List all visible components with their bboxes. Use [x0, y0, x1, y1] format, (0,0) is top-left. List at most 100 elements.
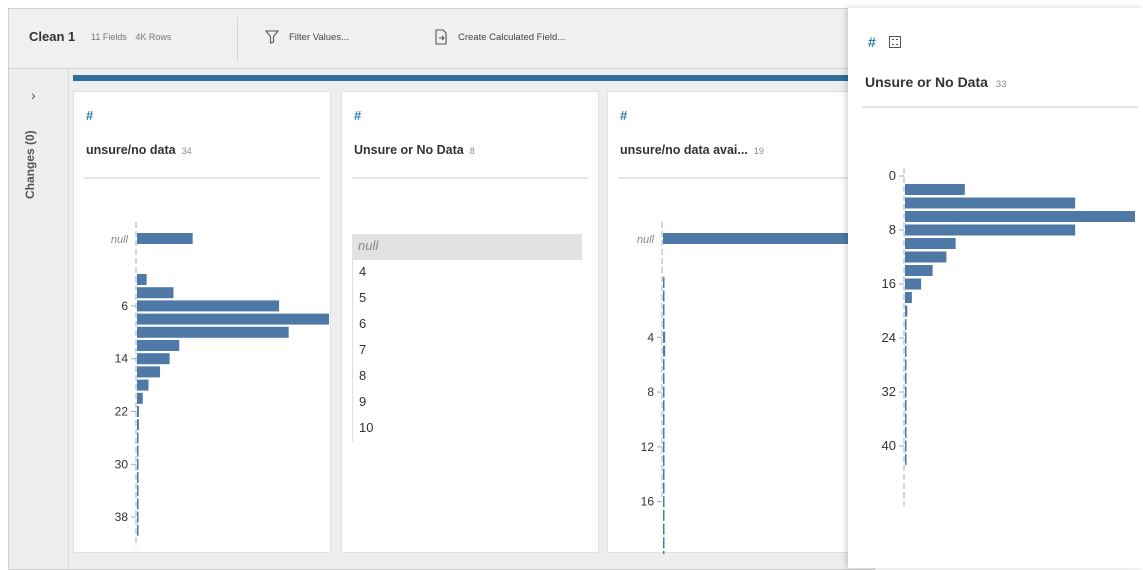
histogram-bar: [137, 326, 289, 338]
field-name[interactable]: Unsure or No Data 8: [354, 143, 475, 157]
tick-label: 0: [889, 168, 896, 183]
histogram-bar: [663, 331, 666, 343]
value-row[interactable]: 9: [352, 390, 582, 416]
histogram-bar: [137, 353, 170, 365]
create-calculated-field-label: Create Calculated Field...: [458, 31, 566, 43]
profile-card-unsure-or-no-data[interactable]: # Unsure or No Data 8 null 4 5 6 7 8 9 10: [341, 91, 599, 553]
histogram-bar: [137, 406, 139, 417]
tick-label: 12: [641, 440, 655, 454]
histogram-bar: [905, 359, 907, 371]
histogram-bar: [663, 509, 665, 521]
rows-count: 4K Rows: [135, 32, 172, 42]
selection-bar: [73, 75, 876, 81]
histogram-bar: [663, 455, 665, 467]
histogram-bar: [905, 332, 907, 344]
histogram-bar: [137, 274, 147, 285]
distinct-count: 8: [469, 146, 475, 156]
histogram-bar: [137, 366, 161, 378]
tick-label: 8: [889, 222, 896, 237]
histogram-bar: [663, 468, 665, 480]
tick-label: 24: [882, 330, 896, 345]
histogram-bar: [905, 400, 907, 411]
calculated-field-icon: [435, 29, 447, 45]
tick-label: 22: [115, 405, 129, 419]
number-type-icon: #: [354, 108, 362, 123]
value-row[interactable]: 10: [352, 416, 582, 442]
histogram-bar: [137, 485, 139, 497]
histogram-bar: [137, 445, 139, 457]
value-row[interactable]: 4: [352, 260, 582, 286]
null-label: null: [111, 234, 129, 246]
histogram-chart[interactable]: null 6 14 22 30 38: [74, 92, 332, 554]
tick-label: 40: [882, 438, 896, 453]
histogram-bar: [663, 523, 665, 535]
histogram-bar: [905, 454, 907, 465]
value-row[interactable]: 8: [352, 364, 582, 390]
histogram-bar: [905, 346, 907, 357]
create-calculated-field-button[interactable]: Create Calculated Field...: [434, 23, 565, 51]
filter-icon: [265, 30, 279, 44]
changes-pane-label[interactable]: Changes (0): [23, 130, 37, 199]
histogram-bar: [905, 184, 965, 195]
header-divider: [352, 177, 588, 179]
histogram-bar: [137, 511, 139, 523]
histogram-bar: [663, 400, 665, 412]
profile-card-unsure-no-data[interactable]: # unsure/no data 34 null 6 14 22 30 38: [73, 91, 331, 553]
value-list: null 4 5 6 7 8 9 10: [352, 234, 582, 442]
step-title: Clean 1: [29, 29, 76, 44]
filter-values-button[interactable]: Filter Values...: [265, 23, 349, 51]
histogram-bar: [663, 496, 665, 508]
value-row-null[interactable]: null: [352, 234, 582, 260]
histogram-bar: [663, 372, 665, 384]
field-name-label: Unsure or No Data: [354, 143, 464, 157]
tick-label: 38: [115, 510, 129, 524]
histogram-bar: [663, 359, 665, 371]
profile-card-unsure-no-data-available[interactable]: # unsure/no data avai... 19 null 4 8 12 16: [607, 91, 877, 554]
histogram-bar: [137, 379, 149, 391]
histogram-bar: [663, 290, 665, 302]
histogram-bar: [137, 498, 139, 510]
histogram-bar: [663, 441, 665, 453]
value-row[interactable]: 6: [352, 312, 582, 338]
histogram-bar: [137, 472, 139, 483]
expand-chevron-icon[interactable]: ›: [31, 87, 36, 103]
histogram-bar: [137, 458, 139, 470]
value-row[interactable]: 5: [352, 286, 582, 312]
histogram-bar: [905, 319, 907, 330]
histogram-bar: [663, 482, 665, 494]
histogram-bar: [137, 300, 280, 312]
histogram-bar: [663, 304, 665, 316]
histogram-bar: [905, 238, 956, 249]
histogram-bar: [137, 524, 139, 536]
tick-label: 32: [882, 384, 896, 399]
null-label: null: [637, 234, 655, 246]
toolbar-divider: [237, 17, 238, 61]
histogram-chart[interactable]: null 4 8 12 16: [608, 92, 877, 554]
histogram-bar: [663, 386, 665, 398]
value-row[interactable]: 7: [352, 338, 582, 364]
histogram-bar: [905, 197, 1076, 209]
tick-label: 14: [115, 352, 129, 366]
tick-label: 16: [641, 495, 655, 509]
histogram-bar: [663, 277, 665, 288]
tick-label: 4: [647, 330, 654, 344]
toolbar: Clean 1 11 Fields 4K Rows Filter Values.…: [9, 9, 874, 69]
tick-label: 6: [121, 299, 128, 313]
histogram-bar: [905, 373, 907, 384]
histogram-bar: [905, 278, 922, 290]
step-stats: 11 Fields 4K Rows: [91, 32, 177, 42]
histogram-bar: [663, 414, 665, 425]
histogram-bar: [663, 551, 665, 554]
histogram-bar: [905, 413, 907, 425]
histogram-bar: [905, 427, 907, 438]
histogram-bar: [137, 287, 174, 299]
histogram-chart[interactable]: 0 8 16 24 32 40: [848, 8, 1143, 568]
filter-values-label: Filter Values...: [289, 31, 350, 43]
changes-sidebar: › Changes (0): [9, 69, 69, 569]
histogram-bar: [137, 419, 139, 431]
histogram-bar: [905, 292, 912, 303]
clean-step-window: Clean 1 11 Fields 4K Rows Filter Values.…: [8, 8, 877, 570]
histogram-bar: [905, 251, 947, 263]
histogram-bar: [905, 386, 907, 398]
histogram-bar: [137, 313, 329, 325]
